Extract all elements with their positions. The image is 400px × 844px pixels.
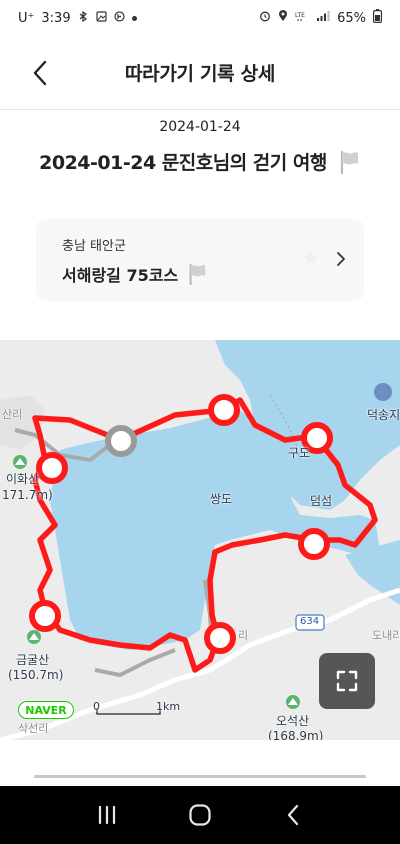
back-nav-button[interactable] [273,795,313,835]
map-label-oseoksan-height: (168.9m) [268,729,324,740]
back-icon [288,804,299,826]
carrier-label: U⁺ [18,10,35,26]
page-title: 따라가기 기록 상세 [124,63,276,85]
image-icon [95,11,107,25]
course-region: 충남 태안군 [62,239,126,254]
recent-apps-button[interactable] [87,795,127,835]
battery-label: 65% [337,10,366,26]
map-label-gudo: 구도 [288,446,311,460]
scale-km: 1km [156,700,181,713]
record-title-row: 2024-01-24 문진호님의 걷기 여행 [0,148,400,175]
map-label-sanri: 산리 [2,408,23,421]
lte-icon: LTE [295,10,309,26]
bluetooth-icon [78,10,89,25]
battery-icon [373,9,383,27]
time-label: 3:39 [41,10,71,26]
notification-dot-icon [131,15,137,21]
map-label-ssangdo: 쌍도 [210,492,233,506]
app-header: 따라가기 기록 상세 [0,36,400,110]
home-button[interactable] [180,795,220,835]
scale-zero: 0 [93,700,100,713]
signal-icon [316,10,330,26]
location-icon [278,10,288,26]
fullscreen-button[interactable] [319,653,375,709]
map-label-donae: 도내리 [372,629,400,642]
star-icon[interactable] [302,249,320,267]
alarm-icon [259,10,271,26]
record-date: 2024-01-24 [159,119,241,135]
flag-icon [340,150,358,174]
chevron-right-icon [337,252,345,266]
naver-logo: NAVER [18,701,74,719]
route-map[interactable]: 산리 이화산 171.7m) 쌍도 구도 덤섬 덕송지 금굴산 (150.7m)… [0,340,400,740]
record-title: 2024-01-24 문진호님의 걷기 여행 [39,152,327,174]
fullscreen-icon [336,670,358,692]
map-label-deoksong: 덕송지 [367,408,400,422]
chevron-left-icon [33,60,47,86]
course-name: 서해랑길 75코스 [62,266,179,285]
map-label-ihwasan-height: 171.7m) [2,488,53,502]
recent-apps-icon [98,805,115,825]
map-label-oseoksan: 오석산 [276,714,310,728]
home-icon [189,804,211,826]
course-name-row: 서해랑길 75코스 [62,262,338,286]
status-bar: U⁺ 3:39 LTE 65% [0,0,400,36]
map-label-geumgulsan: 금굴산 [16,653,50,667]
course-card[interactable]: 충남 태안군 서해랑길 75코스 [36,219,364,301]
map-label-geumgulsan-height: (150.7m) [8,668,64,682]
map-label-sakseonri: 삭선리 [18,722,49,735]
svg-text:LTE: LTE [295,12,305,19]
road-number-634: 634 [300,616,320,627]
map-label-ri: 리 [238,629,249,642]
app-icon [113,11,125,25]
map-label-deomseom: 덤섬 [310,494,333,508]
system-nav-bar [0,786,400,844]
back-button[interactable] [22,58,58,88]
scroll-indicator [34,775,366,778]
map-label-ihwasan: 이화산 [6,472,40,486]
flag-icon [189,263,206,285]
